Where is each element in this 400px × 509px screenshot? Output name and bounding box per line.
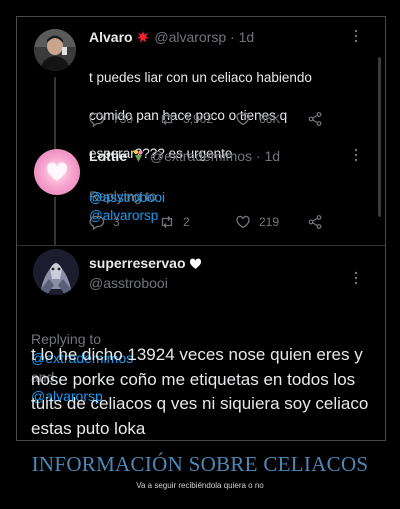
avatar-photo xyxy=(33,249,79,295)
avatar[interactable] xyxy=(33,249,79,295)
author-name[interactable]: superreservao xyxy=(89,255,186,271)
reply-count: 3 xyxy=(113,215,120,229)
white-heart-emoji-icon xyxy=(189,257,202,273)
more-icon[interactable] xyxy=(349,271,363,285)
reply-count: 730 xyxy=(113,112,134,126)
divider xyxy=(17,245,385,246)
retweet-button[interactable]: 2 xyxy=(159,214,190,230)
bouquet-emoji-icon xyxy=(131,149,146,166)
tweet-actions: 730 3,902 66K xyxy=(89,111,369,129)
retweet-count: 3,902 xyxy=(183,112,214,126)
thread-line xyxy=(54,77,56,155)
caption-title: INFORMACIÓN SOBRE CELIACOS xyxy=(31,452,369,476)
caption-subtitle: Va a seguir recibiéndola quiera o no xyxy=(136,481,264,490)
tweet-text-line: t puedes liar con un celiaco habiendo xyxy=(89,70,312,85)
retweet-icon xyxy=(161,216,173,228)
share-button[interactable] xyxy=(307,214,323,230)
more-icon[interactable] xyxy=(349,148,363,162)
like-count: 219 xyxy=(259,215,280,229)
scrollbar[interactable] xyxy=(378,57,381,217)
share-icon xyxy=(308,112,322,126)
avatar-photo xyxy=(34,29,76,71)
like-icon xyxy=(236,112,250,126)
reply-icon xyxy=(89,215,105,230)
tweet-header: Lottie @extrademimos · 1d xyxy=(89,148,280,166)
tweet-actions: 3 2 219 xyxy=(89,214,369,232)
reply-button[interactable]: 3 xyxy=(89,214,120,230)
badge-emoji-icon xyxy=(136,30,150,47)
retweet-button[interactable]: 3,902 xyxy=(159,111,213,127)
share-icon xyxy=(308,215,322,229)
author-handle[interactable]: @alvarorsp xyxy=(154,29,226,45)
avatar[interactable] xyxy=(34,149,80,195)
like-button[interactable]: 66K xyxy=(235,111,280,127)
author-name[interactable]: Lottie xyxy=(89,148,127,164)
tweet-header: Alvaro @alvarorsp · 1d xyxy=(89,29,254,47)
reply-button[interactable]: 730 xyxy=(89,111,133,127)
tweet-text[interactable]: @asstrobooi xyxy=(89,188,369,207)
retweet-icon xyxy=(161,113,173,125)
like-icon xyxy=(236,215,250,229)
tweet-thread-screenshot: Alvaro @alvarorsp · 1d t puedes liar con… xyxy=(16,16,386,441)
like-count: 66K xyxy=(259,112,281,126)
more-icon[interactable] xyxy=(349,29,363,43)
heart-avatar-icon xyxy=(46,162,68,181)
like-button[interactable]: 219 xyxy=(235,214,279,230)
author-handle[interactable]: @asstrobooi xyxy=(89,275,168,291)
retweet-count: 2 xyxy=(183,215,190,229)
tweet-header: superreservao xyxy=(89,255,202,273)
tweet-handle-row: @asstrobooi xyxy=(89,275,168,291)
avatar[interactable] xyxy=(34,29,76,71)
author-handle[interactable]: @extrademimos xyxy=(150,148,252,164)
thread-line xyxy=(54,197,56,245)
author-name[interactable]: Alvaro xyxy=(89,29,133,45)
tweet-text: t lo he dicho 13924 veces nose quien ere… xyxy=(31,345,369,438)
reply-icon xyxy=(89,112,105,127)
tweet-time[interactable]: · 1d xyxy=(256,148,280,164)
share-button[interactable] xyxy=(307,111,323,127)
tweet-time[interactable]: · 1d xyxy=(230,29,254,45)
